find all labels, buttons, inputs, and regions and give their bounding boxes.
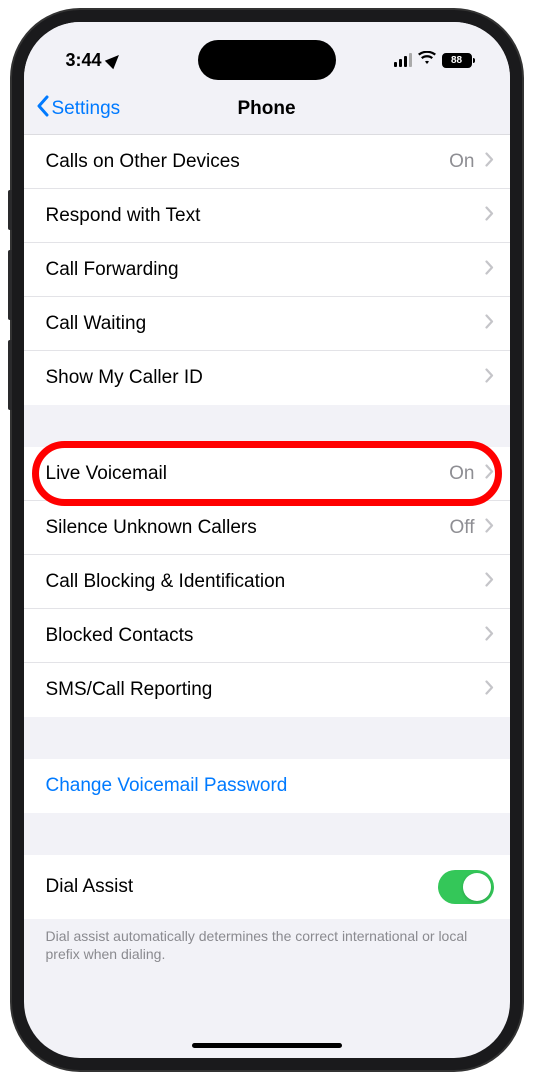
wifi-icon	[418, 51, 436, 70]
row-label: Call Forwarding	[46, 259, 179, 281]
settings-group-calls: Calls on Other Devices On Respond with T…	[24, 135, 510, 405]
row-respond-with-text[interactable]: Respond with Text	[24, 189, 510, 243]
row-value: On	[449, 463, 474, 485]
back-label: Settings	[52, 98, 121, 120]
status-left: 3:44	[66, 50, 120, 71]
chevron-right-icon	[485, 152, 494, 172]
row-value: On	[449, 151, 474, 173]
chevron-right-icon	[485, 206, 494, 226]
row-silence-unknown-callers[interactable]: Silence Unknown Callers Off	[24, 501, 510, 555]
row-label-link: Change Voicemail Password	[46, 775, 288, 797]
row-label: Calls on Other Devices	[46, 151, 240, 173]
chevron-right-icon	[485, 626, 494, 646]
chevron-right-icon	[485, 260, 494, 280]
row-label: Dial Assist	[46, 876, 134, 898]
chevron-left-icon	[36, 95, 50, 123]
row-call-blocking-identification[interactable]: Call Blocking & Identification	[24, 555, 510, 609]
row-value: Off	[450, 517, 475, 539]
row-label: Silence Unknown Callers	[46, 517, 257, 539]
battery-percent: 88	[451, 55, 462, 66]
status-right: 88	[394, 51, 472, 70]
dial-assist-toggle[interactable]	[438, 870, 494, 904]
row-call-forwarding[interactable]: Call Forwarding	[24, 243, 510, 297]
chevron-right-icon	[485, 572, 494, 592]
home-indicator[interactable]	[192, 1043, 342, 1048]
side-buttons	[8, 190, 12, 430]
battery-icon: 88	[442, 53, 472, 68]
row-label: SMS/Call Reporting	[46, 679, 213, 701]
chevron-right-icon	[485, 680, 494, 700]
row-calls-on-other-devices[interactable]: Calls on Other Devices On	[24, 135, 510, 189]
row-label: Live Voicemail	[46, 463, 167, 485]
chevron-right-icon	[485, 368, 494, 388]
settings-group-voicemail: Live Voicemail On Silence Unknown Caller…	[24, 447, 510, 717]
nav-header: Settings Phone	[24, 84, 510, 135]
row-label: Call Waiting	[46, 313, 147, 335]
chevron-right-icon	[485, 314, 494, 334]
row-blocked-contacts[interactable]: Blocked Contacts	[24, 609, 510, 663]
row-label: Show My Caller ID	[46, 367, 203, 389]
cellular-signal-icon	[394, 53, 412, 67]
settings-group-password: Change Voicemail Password	[24, 759, 510, 813]
row-sms-call-reporting[interactable]: SMS/Call Reporting	[24, 663, 510, 717]
dial-assist-footer: Dial assist automatically determines the…	[24, 919, 510, 971]
page-title: Phone	[237, 98, 295, 120]
row-change-voicemail-password[interactable]: Change Voicemail Password	[24, 759, 510, 813]
row-live-voicemail[interactable]: Live Voicemail On	[24, 447, 510, 501]
chevron-right-icon	[485, 464, 494, 484]
row-call-waiting[interactable]: Call Waiting	[24, 297, 510, 351]
row-dial-assist: Dial Assist	[24, 855, 510, 919]
location-icon	[104, 51, 122, 69]
back-button[interactable]: Settings	[36, 95, 121, 123]
row-label: Respond with Text	[46, 205, 201, 227]
dynamic-island	[198, 40, 336, 80]
row-show-my-caller-id[interactable]: Show My Caller ID	[24, 351, 510, 405]
status-time: 3:44	[66, 50, 102, 71]
phone-frame: 3:44 88	[12, 10, 522, 1070]
screen: 3:44 88	[24, 22, 510, 1058]
settings-group-dial-assist: Dial Assist	[24, 855, 510, 919]
row-label: Blocked Contacts	[46, 625, 194, 647]
chevron-right-icon	[485, 518, 494, 538]
row-label: Call Blocking & Identification	[46, 571, 286, 593]
